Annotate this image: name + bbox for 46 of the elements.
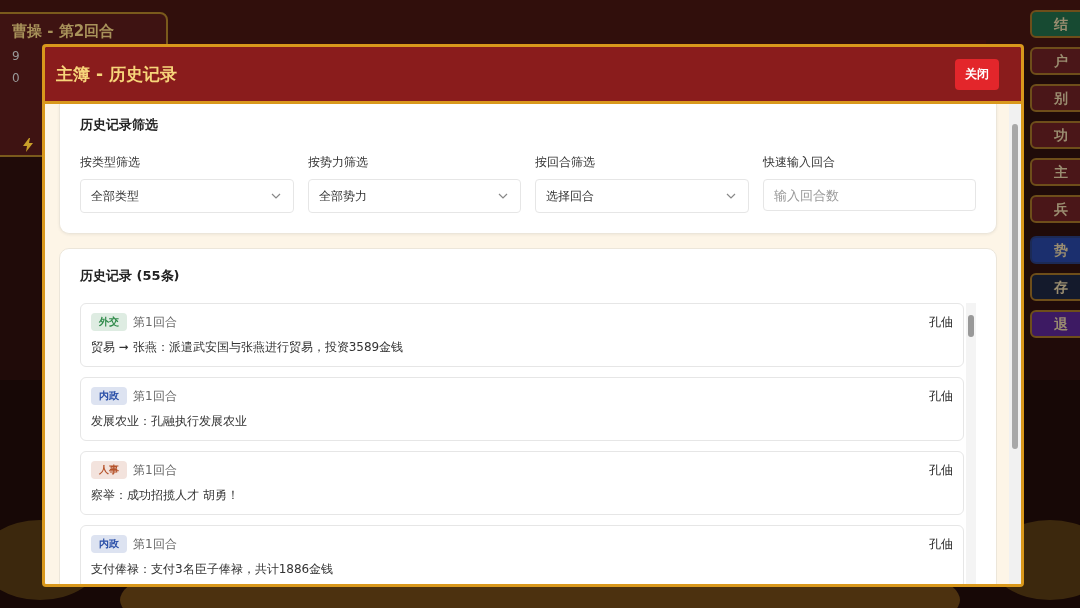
lightning-icon: [22, 138, 34, 152]
panel-title: 曹操 - 第2回合: [12, 22, 116, 41]
round-label: 第1回合: [133, 313, 177, 331]
record-text: 贸易 ➞ 张燕：派遣武安国与张燕进行贸易，投资3589金钱: [91, 339, 405, 356]
type-tag: 内政: [91, 535, 127, 553]
round-label: 第1回合: [133, 387, 177, 405]
side-button[interactable]: 主: [1030, 158, 1080, 186]
side-button[interactable]: 结: [1030, 10, 1080, 38]
stat-value: 0: [12, 71, 20, 85]
chevron-down-icon: [270, 193, 281, 199]
side-button[interactable]: 退: [1030, 310, 1080, 338]
side-button[interactable]: 势: [1030, 236, 1080, 264]
close-button[interactable]: 关闭: [955, 58, 999, 90]
side-button[interactable]: 功: [1030, 121, 1080, 149]
card-title: 历史记录筛选: [80, 116, 159, 134]
type-tag: 人事: [91, 461, 127, 479]
filter-label: 按回合筛选: [535, 154, 596, 171]
filter-label: 快速输入回合: [762, 154, 836, 171]
chevron-down-icon: [725, 193, 736, 199]
record-text: 察举：成功招揽人才 胡勇！: [91, 487, 240, 504]
type-tag: 内政: [91, 387, 127, 405]
side-button[interactable]: 别: [1030, 84, 1080, 112]
dropdown[interactable]: 全部类型: [80, 179, 294, 213]
faction-name: 孔伷: [929, 313, 953, 331]
round-label: 第1回合: [133, 535, 177, 553]
side-button[interactable]: 兵: [1030, 195, 1080, 223]
scrollbar[interactable]: [1009, 104, 1021, 584]
side-button[interactable]: 存: [1030, 273, 1080, 301]
record-text: 发展农业：孔融执行发展农业: [91, 413, 248, 430]
dialog-title: 主簿 - 历史记录: [56, 62, 177, 86]
stat-value: 9: [12, 49, 20, 63]
card-title: 历史记录 (55条): [80, 267, 181, 285]
type-tag: 外交: [91, 313, 127, 331]
filter-label: 按类型筛选: [80, 154, 141, 171]
side-button[interactable]: 户: [1030, 47, 1080, 75]
chevron-down-icon: [498, 193, 508, 199]
faction-name: 孔伷: [929, 461, 953, 479]
record-text: 支付俸禄：支付3名臣子俸禄，共计1886金钱: [91, 561, 335, 578]
scrollbar[interactable]: [966, 303, 976, 584]
input-field[interactable]: 输入回合数: [762, 179, 976, 211]
filter-label: 按势力筛选: [307, 154, 369, 171]
round-label: 第1回合: [133, 461, 177, 479]
faction-name: 孔伷: [929, 387, 953, 405]
dropdown[interactable]: 选择回合: [535, 179, 749, 213]
dropdown[interactable]: 全部势力: [307, 179, 521, 213]
faction-name: 孔伷: [929, 535, 953, 553]
